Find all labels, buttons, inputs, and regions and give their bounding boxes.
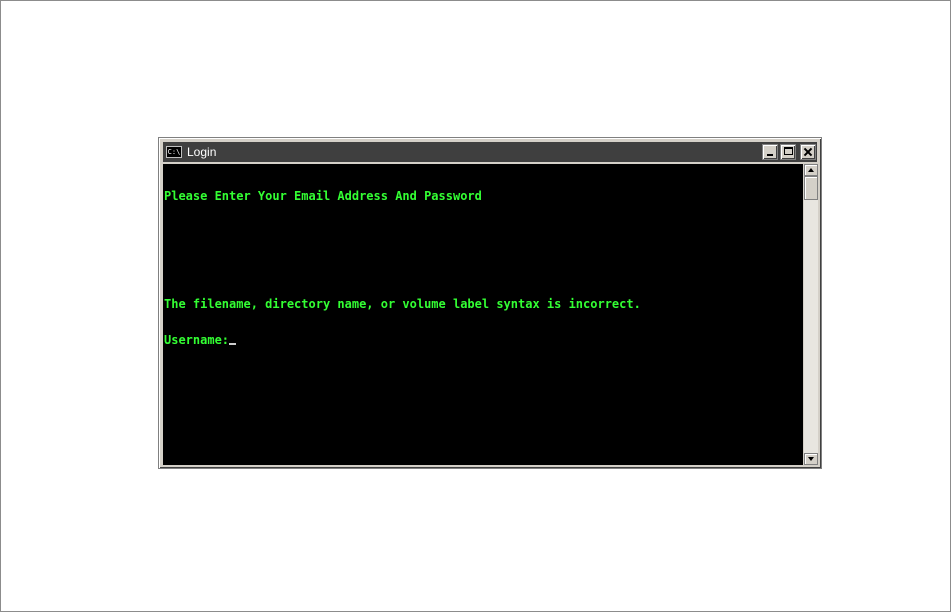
cmd-icon: C:\ <box>166 146 182 158</box>
close-button[interactable] <box>800 144 816 160</box>
scroll-down-button[interactable] <box>804 453 818 465</box>
username-prompt: Username: <box>164 333 230 347</box>
minimize-button[interactable] <box>762 144 778 160</box>
title-bar[interactable]: C:\ Login <box>163 142 817 162</box>
desktop-background: C:\ Login Please Enter Your Email Addres… <box>0 0 951 612</box>
window-controls <box>762 144 816 160</box>
scroll-thumb[interactable] <box>804 176 818 200</box>
text-cursor <box>229 343 237 345</box>
console-line: The filename, directory name, or volume … <box>164 297 641 311</box>
console-line: Please Enter Your Email Address And Pass… <box>164 189 482 203</box>
scroll-up-button[interactable] <box>804 164 818 176</box>
maximize-button[interactable] <box>780 144 796 160</box>
login-console-window[interactable]: C:\ Login Please Enter Your Email Addres… <box>158 137 822 469</box>
window-title: Login <box>187 145 217 159</box>
console-output[interactable]: Please Enter Your Email Address And Pass… <box>163 164 803 465</box>
username-prompt-line[interactable]: Username: <box>164 334 803 346</box>
vertical-scrollbar[interactable] <box>804 164 818 465</box>
